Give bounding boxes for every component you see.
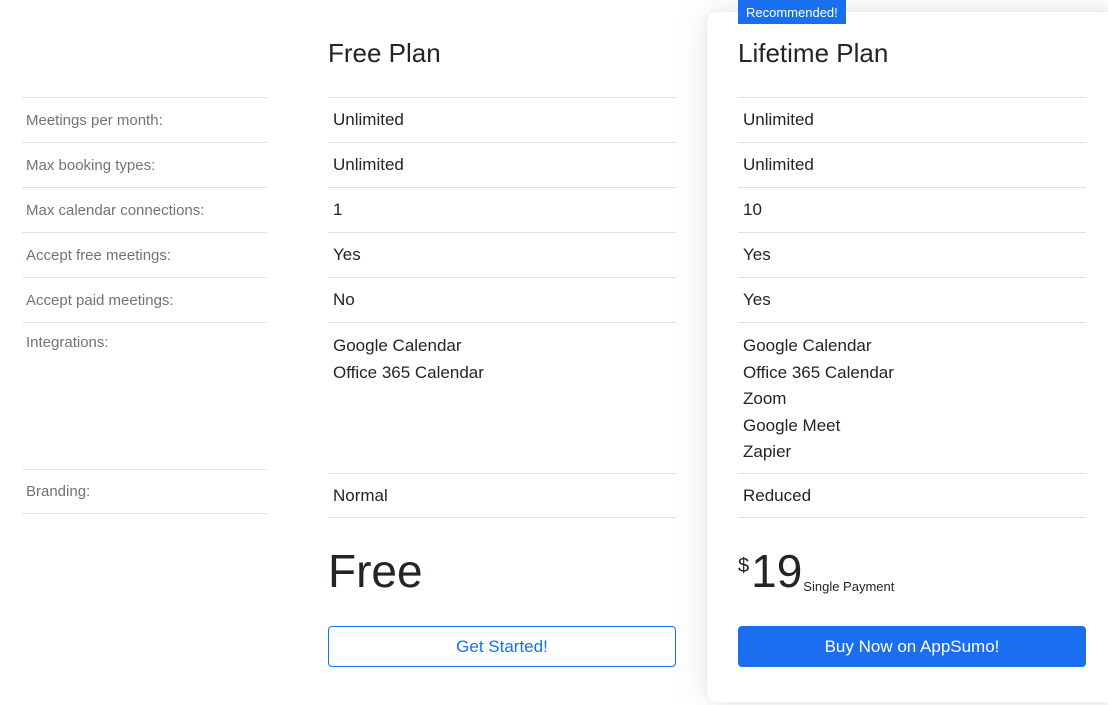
integration-item: Google Meet (743, 415, 841, 435)
lifetime-accept-paid-meetings: Yes (738, 277, 1086, 322)
feature-row: Accept free meetings: (22, 232, 267, 277)
lifetime-branding: Reduced (738, 473, 1086, 518)
value: Unlimited (333, 110, 404, 129)
value: 10 (743, 200, 762, 219)
free-plan-column: Free Plan Unlimited Unlimited 1 Yes No G… (328, 0, 676, 518)
value: Unlimited (333, 155, 404, 174)
value: Unlimited (743, 155, 814, 174)
integration-item: Zoom (743, 389, 787, 408)
integration-item: Zapier (743, 442, 792, 461)
value: 1 (333, 200, 343, 219)
value: Yes (743, 245, 771, 264)
feature-row: Max booking types: (22, 142, 267, 187)
value: Yes (743, 290, 771, 309)
feature-labels-column: Meetings per month: Max booking types: M… (22, 97, 267, 514)
lifetime-meetings-per-month: Unlimited (738, 97, 1086, 142)
free-plan-title: Free Plan (328, 38, 441, 68)
integration-item: Office 365 Calendar (333, 362, 484, 382)
lifetime-max-calendar-connections: 10 (738, 187, 1086, 232)
value: Yes (333, 245, 361, 264)
lifetime-plan-title: Lifetime Plan (738, 38, 889, 68)
lifetime-plan-column: Lifetime Plan Unlimited Unlimited 10 Yes… (738, 0, 1086, 518)
integrations-list: Google Calendar Office 365 Calendar (328, 333, 484, 386)
feature-row: Integrations: (22, 322, 267, 469)
value: Reduced (743, 485, 812, 505)
buy-now-appsumo-button[interactable]: Buy Now on AppSumo! (738, 626, 1086, 667)
lifetime-plan-price: $ 19 Single Payment (738, 548, 894, 594)
free-accept-paid-meetings: No (328, 277, 676, 322)
value: Normal (333, 485, 388, 505)
free-accept-free-meetings: Yes (328, 232, 676, 277)
feature-label: Integrations: (26, 334, 109, 351)
feature-row: Accept paid meetings: (22, 277, 267, 322)
feature-row: Meetings per month: (22, 97, 267, 142)
feature-label: Max booking types: (26, 156, 156, 174)
feature-label: Max calendar connections: (26, 201, 205, 219)
get-started-button[interactable]: Get Started! (328, 626, 676, 667)
value: Unlimited (743, 110, 814, 129)
feature-row: Max calendar connections: (22, 187, 267, 232)
lifetime-integrations: Google Calendar Office 365 Calendar Zoom… (738, 322, 1086, 473)
free-integrations: Google Calendar Office 365 Calendar (328, 322, 676, 473)
lifetime-max-booking-types: Unlimited (738, 142, 1086, 187)
value: No (333, 290, 355, 309)
feature-label: Accept free meetings: (26, 246, 172, 264)
integration-item: Google Calendar (743, 336, 872, 355)
price-amount: 19 (751, 545, 803, 597)
free-max-calendar-connections: 1 (328, 187, 676, 232)
feature-label: Branding: (26, 483, 91, 500)
price-currency: $ (738, 555, 750, 577)
feature-row: Branding: (22, 469, 267, 514)
lifetime-accept-free-meetings: Yes (738, 232, 1086, 277)
price-note: Single Payment (803, 579, 895, 594)
feature-label: Meetings per month: (26, 111, 163, 129)
integrations-list: Google Calendar Office 365 Calendar Zoom… (738, 333, 894, 466)
feature-label: Accept paid meetings: (26, 291, 174, 309)
free-branding: Normal (328, 473, 676, 518)
free-meetings-per-month: Unlimited (328, 97, 676, 142)
free-max-booking-types: Unlimited (328, 142, 676, 187)
integration-item: Office 365 Calendar (743, 362, 894, 382)
free-plan-price: Free (328, 545, 423, 597)
integration-item: Google Calendar (333, 336, 462, 355)
